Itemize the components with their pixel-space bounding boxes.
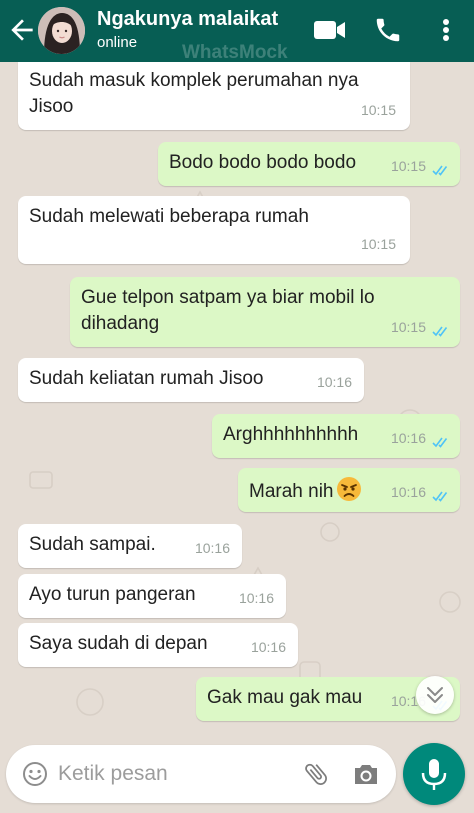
message-text: Sudah masuk komplek perumahan nya Jisoo <box>29 70 359 117</box>
message-bubble-incoming[interactable]: Ayo turun pangeran 10:16 <box>18 574 286 618</box>
chat-header: Ngakunya malaikat online WhatsMock <box>0 0 474 63</box>
message-bubble-incoming[interactable]: Saya sudah di depan 10:16 <box>18 623 298 667</box>
message-composer <box>6 745 396 803</box>
paperclip-icon <box>305 763 327 785</box>
angry-face-emoji <box>336 477 361 501</box>
message-text: Marah nih <box>249 476 362 505</box>
message-bubble-incoming[interactable]: Sudah melewati beberapa rumah 10:15 <box>18 196 410 264</box>
phone-icon <box>376 18 400 42</box>
message-bubble-outgoing[interactable]: Marah nih 10:16 <box>238 468 460 512</box>
camera-icon <box>355 765 377 784</box>
video-call-button[interactable] <box>312 16 348 44</box>
more-vert-icon <box>443 19 449 41</box>
message-time: 10:15 <box>390 319 426 335</box>
message-bubble-incoming[interactable]: Sudah keliatan rumah Jisoo 10:16 <box>18 358 364 402</box>
smiley-icon <box>23 762 47 786</box>
double-check-icon <box>432 437 448 448</box>
double-chevron-down-icon <box>427 687 443 703</box>
message-text: Sudah keliatan rumah Jisoo <box>29 368 264 389</box>
watermark: WhatsMock <box>182 42 288 63</box>
message-input[interactable] <box>58 757 288 791</box>
menu-button[interactable] <box>434 14 458 46</box>
message-time: 10:15 <box>360 102 396 118</box>
voice-call-button[interactable] <box>373 14 403 46</box>
scroll-to-bottom-button[interactable] <box>416 676 454 714</box>
message-text: Ayo turun pangeran <box>29 584 196 605</box>
double-check-icon <box>432 491 448 502</box>
microphone-icon <box>421 759 447 790</box>
message-text: Saya sudah di depan <box>29 633 208 654</box>
double-check-icon <box>432 326 448 337</box>
message-time: 10:16 <box>316 374 352 390</box>
message-text: Sudah sampai. <box>29 534 156 555</box>
message-bubble-incoming[interactable]: Sudah masuk komplek perumahan nya Jisoo 1… <box>18 62 410 130</box>
message-text: Sudah melewati beberapa rumah <box>29 206 309 227</box>
message-time: 10:16 <box>390 484 426 500</box>
message-time: 10:16 <box>238 590 274 606</box>
arrow-left-icon <box>11 19 33 41</box>
message-text: Gak mau gak mau <box>207 687 363 708</box>
attach-button[interactable] <box>302 758 330 790</box>
back-button[interactable] <box>6 14 38 46</box>
chat-area[interactable]: Sudah masuk komplek perumahan nya Jisoo 1… <box>0 62 474 738</box>
message-text: Gue telpon satpam ya biar mobil lo dihada… <box>81 287 375 334</box>
emoji-button[interactable] <box>22 761 48 787</box>
video-camera-icon <box>314 21 345 39</box>
camera-button[interactable] <box>352 761 380 787</box>
message-time: 10:16 <box>250 639 286 655</box>
double-check-icon <box>432 165 448 176</box>
message-bubble-outgoing[interactable]: Bodo bodo bodo bodo 10:15 <box>158 142 460 186</box>
message-text: Bodo bodo bodo bodo <box>169 152 357 173</box>
message-text: Arghhhhhhhhhh <box>223 424 359 445</box>
contact-status: online <box>97 34 138 51</box>
voice-record-button[interactable] <box>403 743 465 805</box>
message-time: 10:16 <box>194 540 230 556</box>
message-bubble-outgoing[interactable]: Arghhhhhhhhhh 10:16 <box>212 414 460 458</box>
message-time: 10:16 <box>390 430 426 446</box>
avatar[interactable] <box>38 7 85 54</box>
message-time: 10:15 <box>360 236 396 252</box>
message-time: 10:15 <box>390 158 426 174</box>
message-bubble-outgoing[interactable]: Gue telpon satpam ya biar mobil lo dihada… <box>70 277 460 347</box>
contact-name[interactable]: Ngakunya malaikat <box>97 8 278 31</box>
message-bubble-incoming[interactable]: Sudah sampai. 10:16 <box>18 524 242 568</box>
